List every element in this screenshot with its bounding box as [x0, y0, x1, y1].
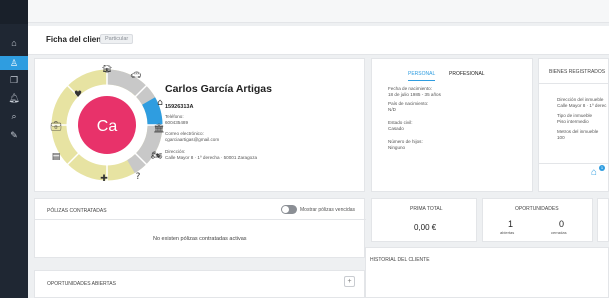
bienes-card: BIENES REGISTRADOS Dirección del inmuebl… — [538, 58, 609, 192]
polizas-card: PÓLIZAS CONTRATADAS Mostrar pólizas venc… — [34, 198, 366, 258]
bienes-address-value: Calle Mayor 8 · 1º derec — [557, 103, 607, 108]
top-bar — [28, 0, 609, 23]
civil-value: Casado — [388, 126, 404, 131]
oportunidades-title: OPORTUNIDADES — [515, 206, 559, 212]
bienes-count-badge: 1 — [599, 165, 605, 171]
bienes-type-value: Piso intermedio — [557, 119, 589, 124]
edit-icon[interactable]: ✎ — [0, 128, 28, 142]
question-icon: ? — [136, 172, 141, 182]
country-value: N/D — [388, 107, 396, 112]
home-add-icon[interactable]: ⌂ — [591, 167, 597, 178]
polizas-divider — [35, 219, 366, 220]
oportunidades-abiertas-card: OPORTUNIDADES ABIERTAS + — [34, 270, 365, 298]
bell-icon[interactable]: 🔔︎ — [0, 91, 28, 105]
car-icon: 🚗︎ — [130, 71, 141, 81]
client-card: Ca 🏠︎ 🚗︎ ⌂ 🏛︎ 🏍︎ ? ✚ ▤ 💼︎ ♥ Carlos Garcí… — [34, 58, 365, 192]
bienes-meters-value: 100 — [557, 135, 565, 140]
bienes-title: BIENES REGISTRADOS — [549, 69, 606, 75]
sidebar: ⌂ ♙ ❐ 🔔︎ ⌕ ✎ — [0, 0, 28, 298]
children-value: Ninguno — [388, 145, 406, 150]
polizas-toggle[interactable] — [281, 205, 297, 214]
bank-icon: 🏛︎ — [153, 123, 164, 134]
oportunidades-open-count: 1 — [508, 219, 514, 229]
bienes-footer-divider — [539, 163, 608, 164]
personal-info-card: PERSONAL PROFESIONAL Fecha de nacimiento… — [371, 58, 533, 192]
polizas-toggle-label: Mostrar pólizas vencidas — [300, 207, 356, 213]
home-icon: ⌂ — [157, 98, 163, 108]
oportunidades-stats-card: OPORTUNIDADES 1 abiertas 0 cerradas — [482, 198, 593, 242]
add-oportunidad-button[interactable]: + — [344, 276, 355, 287]
polizas-empty-message: No existen pólizas contratadas activas — [153, 236, 247, 242]
polizas-title: PÓLIZAS CONTRATADAS — [47, 208, 107, 214]
heart-icon: ♥ — [74, 90, 82, 100]
client-id: 15926313A — [165, 104, 194, 110]
prima-title: PRIMA TOTAL — [410, 206, 443, 212]
oportunidades-closed-count: 0 — [559, 219, 565, 229]
extra-stats-card — [597, 198, 609, 242]
phone-value: 600435489 — [165, 120, 188, 125]
client-wheel: Ca 🏠︎ 🚗︎ ⌂ 🏛︎ 🏍︎ ? ✚ ▤ 💼︎ ♥ — [49, 65, 165, 184]
oportunidades-closed-label: cerradas — [551, 230, 567, 235]
oportunidades-open-label: abiertas — [500, 230, 515, 235]
birth-value: 18 de julio 1985 - 35 años — [388, 92, 441, 97]
bienes-divider — [539, 83, 608, 84]
copy-icon[interactable]: ❐ — [0, 73, 28, 87]
page-header: Ficha del cliente Particular — [28, 26, 609, 55]
prima-value: 0,00 € — [414, 223, 437, 232]
briefcase-icon: 💼︎ — [50, 121, 61, 132]
wheel-segment-active — [141, 97, 163, 126]
historial-card: HISTORIAL DEL CLIENTE — [365, 247, 609, 298]
home-icon[interactable]: ⌂ — [0, 36, 28, 50]
main-content: Ficha del cliente Particular Ca 🏠︎ 🚗︎ ⌂ … — [28, 0, 609, 298]
avatar-initials: Ca — [97, 118, 118, 135]
user-icon[interactable]: ♙ — [0, 56, 28, 70]
email-value: cgarciaartigas@gmail.com — [165, 137, 220, 142]
motorcycle-icon: 🏍︎ — [151, 151, 163, 161]
address-value: Calle Mayor 8 · 1º derecha · 50001 Zarag… — [165, 155, 258, 160]
cross-icon: ✚ — [100, 174, 108, 184]
prima-card: PRIMA TOTAL 0,00 € — [371, 198, 477, 242]
client-name: Carlos García Artigas — [165, 83, 272, 95]
search-icon[interactable]: ⌕ — [0, 109, 28, 123]
oportunidades-abiertas-title: OPORTUNIDADES ABIERTAS — [47, 281, 116, 287]
historial-title: HISTORIAL DEL CLIENTE — [370, 257, 430, 263]
tab-personal[interactable]: PERSONAL — [408, 71, 436, 81]
client-type-badge: Particular — [100, 34, 134, 44]
logo — [0, 0, 28, 24]
tab-profesional[interactable]: PROFESIONAL — [449, 71, 485, 77]
storage-icon: ▤ — [52, 152, 61, 162]
house-icon: 🏠︎ — [101, 65, 112, 74]
page-title: Ficha del cliente — [46, 35, 109, 44]
